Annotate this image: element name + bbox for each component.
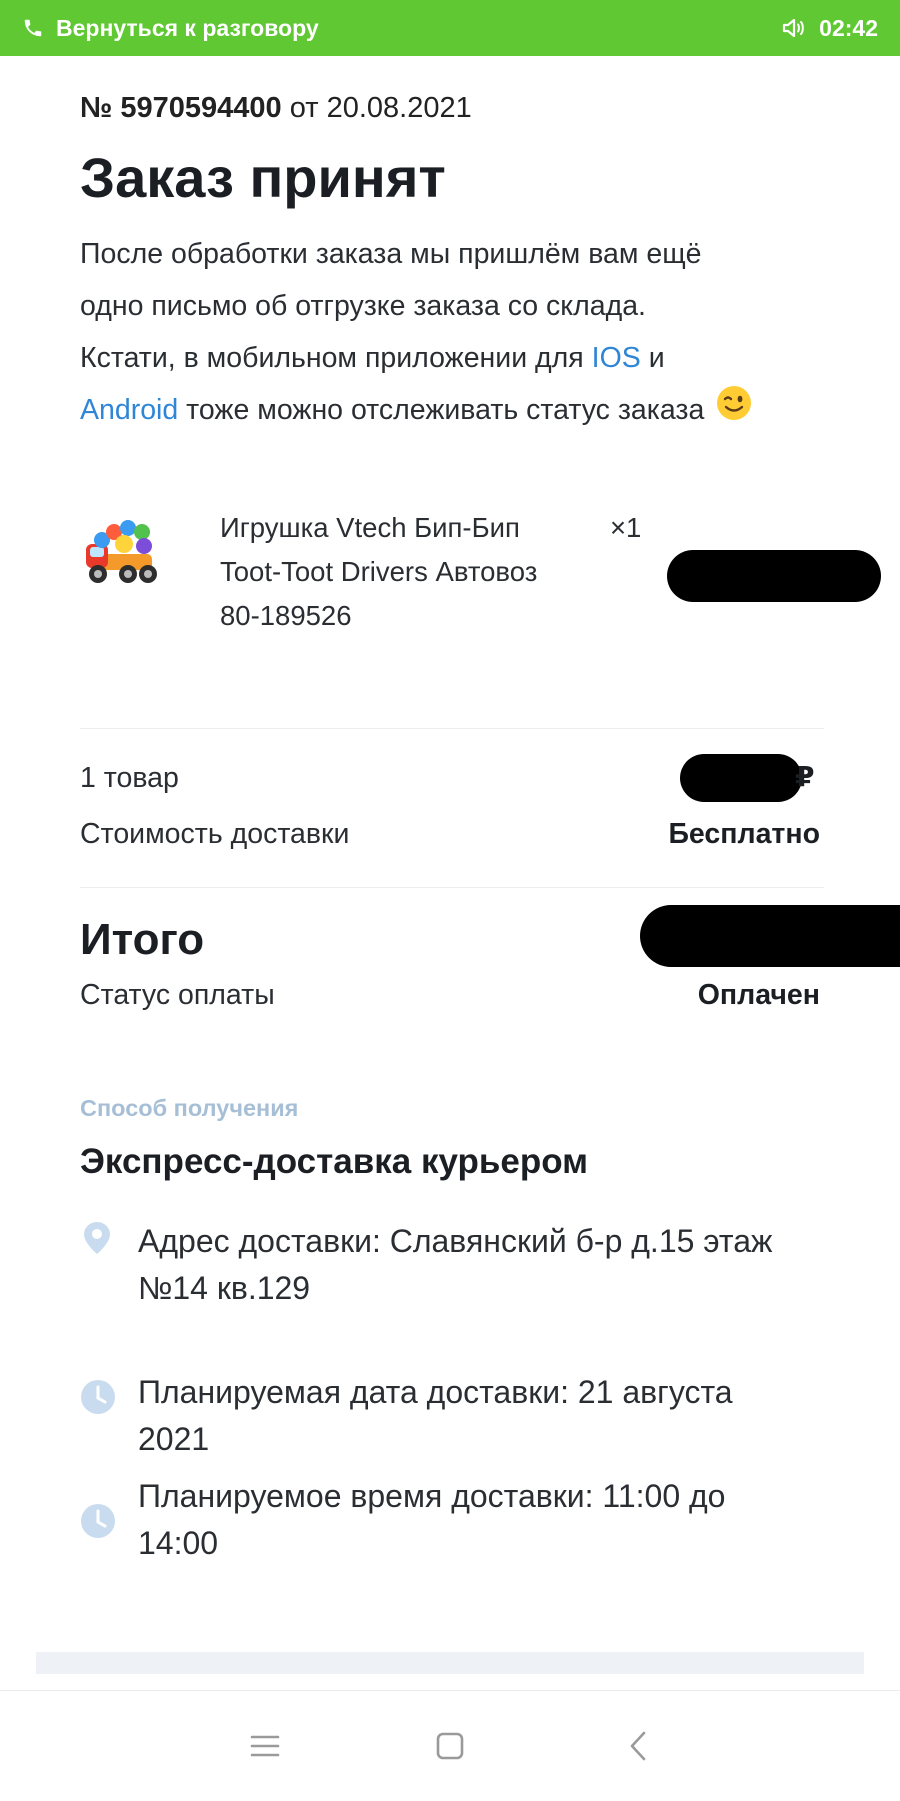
order-number: 5970594400 [120, 92, 282, 124]
menu-icon[interactable] [242, 1723, 288, 1769]
speaker-icon [781, 16, 807, 40]
android-link[interactable]: Android [80, 394, 178, 426]
intro-line-3-start: Кстати, в мобильном приложении для [80, 342, 584, 374]
intro-line-1: После обработки заказа мы пришлём вам ещ… [80, 238, 702, 270]
intro-line-2: одно письмо об отгрузке заказа со склада… [80, 290, 646, 322]
status-right: 02:42 [781, 15, 878, 42]
divider [80, 887, 824, 888]
redacted-total-amount [640, 905, 900, 967]
call-return-group[interactable]: Вернуться к разговору [22, 15, 319, 42]
intro-line-3: Кстати, в мобильном приложении для IOS и [80, 332, 840, 384]
payment-status-label: Статус оплаты [80, 979, 275, 1011]
clock-time: 02:42 [819, 14, 878, 41]
order-date: 20.08.2021 [326, 92, 472, 124]
winking-face-icon [716, 385, 752, 438]
payment-status-value: Оплачен [697, 979, 820, 1011]
phone-icon [22, 17, 44, 39]
page-title: Заказ принят [80, 146, 446, 209]
home-icon[interactable] [427, 1723, 473, 1769]
delivery-address-line-2: №14 кв.129 [138, 1270, 311, 1306]
call-return-label[interactable]: Вернуться к разговору [56, 15, 319, 42]
clock-icon [80, 1503, 116, 1539]
product-quantity: ×1 [610, 512, 642, 543]
currency-symbol: ₽ [795, 761, 815, 792]
items-count-label: 1 товар [80, 762, 179, 794]
order-intro-text: После обработки заказа мы пришлём вам ещ… [80, 228, 840, 438]
call-return-bar[interactable]: Вернуться к разговору 02:42 [0, 0, 900, 56]
toy-truck-image[interactable] [82, 510, 168, 596]
location-pin-icon [80, 1220, 116, 1256]
product-code: 80-189526 [220, 600, 352, 631]
delivery-date-line-2: 2021 [138, 1421, 210, 1457]
delivery-method: Экспресс-доставка курьером [80, 1142, 589, 1181]
clock-icon [80, 1379, 116, 1415]
redacted-product-price [667, 550, 881, 602]
order-date-prefix: от [289, 92, 319, 124]
delivery-date-line-1: Планируемая дата доставки: 21 августа [138, 1374, 733, 1410]
order-number-line: № 5970594400 от 20.08.2021 [80, 92, 472, 125]
content-bottom-strip [36, 1652, 864, 1674]
intro-line-4-end: тоже можно отслеживать статус заказа [186, 394, 705, 426]
system-nav-bar [0, 1690, 900, 1801]
divider [80, 728, 824, 729]
delivery-time-line-1: Планируемое время доставки: 11:00 до [138, 1478, 726, 1514]
intro-line-3-end: и [648, 342, 665, 374]
delivery-cost-value: Бесплатно [668, 818, 820, 850]
product-name-line-2: Toot-Toot Drivers Автовоз [220, 556, 538, 587]
intro-line-4: Android тоже можно отслеживать статус за… [80, 384, 840, 438]
redacted-items-price [680, 754, 802, 802]
delivery-cost-label: Стоимость доставки [80, 818, 350, 850]
delivery-address-line-1: Адрес доставки: Славянский б-р д.15 этаж [138, 1223, 773, 1259]
back-icon[interactable] [616, 1723, 662, 1769]
total-label: Итого [80, 915, 205, 964]
product-name-line-1: Игрушка Vtech Бип-Бип [220, 512, 520, 543]
product-name[interactable]: Игрушка Vtech Бип-Бип Toot-Toot Drivers … [220, 506, 600, 638]
delivery-time-line-2: 14:00 [138, 1525, 219, 1561]
delivery-section-label: Способ получения [80, 1095, 299, 1121]
ios-link[interactable]: IOS [592, 342, 641, 374]
order-number-prefix: № [80, 92, 113, 124]
